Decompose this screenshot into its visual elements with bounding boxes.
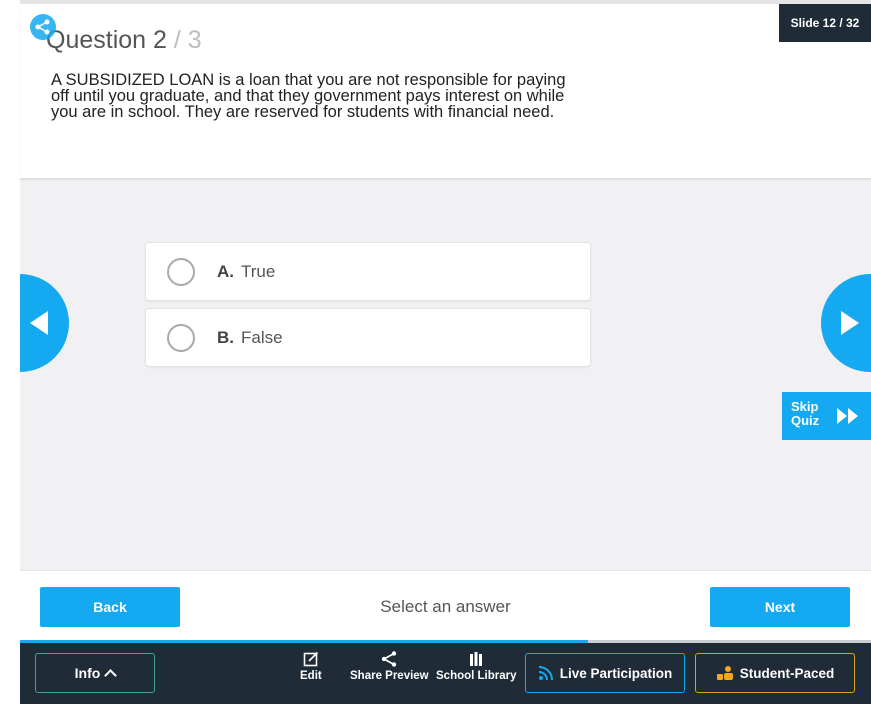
option-a-radio[interactable]	[167, 257, 195, 286]
slide-counter: Slide 12 / 32	[779, 4, 871, 42]
next-button[interactable]: Next	[710, 587, 850, 627]
chevron-up-icon	[104, 668, 118, 682]
answer-footer: Back Select an answer Next	[20, 570, 871, 643]
student-paced-label: Student-Paced	[739, 665, 835, 681]
edit-icon	[303, 651, 318, 667]
fast-forward-icon	[837, 408, 858, 424]
bottom-toolbar: Info Edit Share Preview School Library L…	[20, 643, 871, 704]
question-label: Question 2	[46, 26, 167, 54]
library-icon	[470, 652, 483, 666]
option-a-text: True	[241, 261, 276, 281]
share-preview-label: Share Preview	[350, 670, 429, 682]
live-icon	[538, 666, 553, 681]
share-icon[interactable]	[30, 14, 56, 40]
arrow-right-icon	[841, 311, 859, 335]
share-preview-icon	[382, 651, 397, 667]
edit-label: Edit	[300, 670, 322, 682]
option-b-letter: B.	[217, 327, 234, 347]
arrow-left-icon	[30, 311, 48, 335]
school-library-button[interactable]: School Library	[436, 651, 517, 682]
option-a-letter: A.	[217, 261, 234, 281]
edit-button[interactable]: Edit	[300, 651, 322, 682]
school-library-label: School Library	[436, 670, 517, 682]
question-text: A SUBSIDIZED LOAN is a loan that you are…	[51, 71, 566, 121]
info-label: Info	[74, 665, 101, 681]
question-title: Question 2 / 3	[46, 26, 202, 55]
previous-slide-button[interactable]	[20, 274, 70, 372]
quiz-frame: Question 2 / 3 A SUBSIDIZED LOAN is a lo…	[20, 0, 871, 704]
option-a[interactable]: A. True	[145, 242, 591, 301]
share-preview-button[interactable]: Share Preview	[350, 651, 429, 682]
option-b-radio[interactable]	[167, 323, 195, 352]
option-b[interactable]: B. False	[145, 308, 591, 367]
student-paced-button[interactable]: Student-Paced	[695, 653, 855, 693]
student-icon	[716, 666, 733, 680]
skip-quiz-button[interactable]: Skip Quiz	[782, 392, 871, 440]
next-slide-button[interactable]	[821, 274, 871, 372]
question-card: Question 2 / 3 A SUBSIDIZED LOAN is a lo…	[20, 4, 871, 179]
question-separator: /	[173, 26, 181, 54]
option-b-text: False	[241, 327, 283, 347]
info-button[interactable]: Info	[35, 653, 155, 693]
live-participation-label: Live Participation	[559, 665, 673, 681]
question-total: 3	[187, 26, 202, 54]
live-participation-button[interactable]: Live Participation	[525, 653, 685, 693]
